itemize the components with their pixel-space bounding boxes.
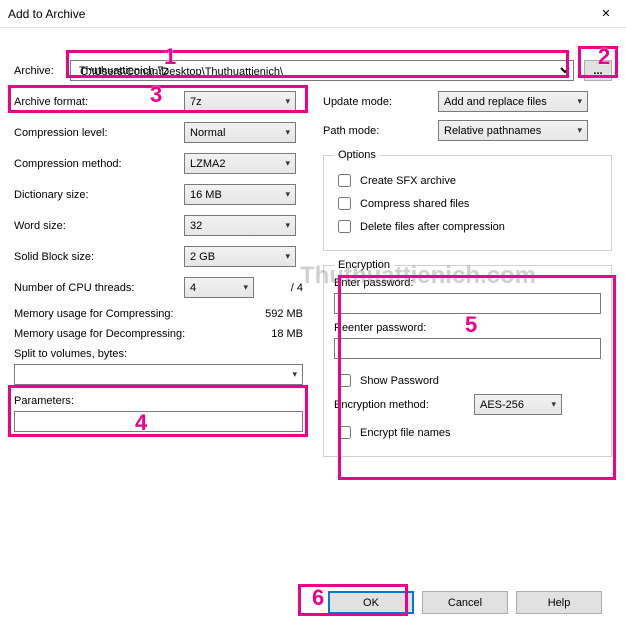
chevron-down-icon: ▾ (285, 251, 290, 262)
help-button[interactable]: Help (516, 591, 602, 614)
options-group: Options Create SFX archive Compress shar… (323, 149, 612, 251)
path-mode-select[interactable]: Relative pathnames▾ (438, 120, 588, 141)
archive-format-select[interactable]: 7z▾ (184, 91, 296, 112)
create-sfx-checkbox[interactable]: Create SFX archive (334, 171, 601, 190)
solid-block-select[interactable]: 2 GB▾ (184, 246, 296, 267)
browse-button[interactable]: ... (584, 60, 612, 81)
cpu-label: Number of CPU threads: (14, 282, 184, 294)
encryption-method-select[interactable]: AES-256▾ (474, 394, 562, 415)
chevron-down-icon: ▾ (577, 96, 582, 107)
chevron-down-icon: ▾ (285, 127, 290, 138)
cpu-max: / 4 (291, 282, 303, 294)
chevron-down-icon: ▾ (285, 189, 290, 200)
reenter-password-input[interactable] (334, 338, 601, 359)
show-password-checkbox[interactable]: Show Password (334, 371, 601, 390)
chevron-down-icon: ▾ (551, 399, 556, 410)
chevron-down-icon: ▾ (285, 220, 290, 231)
close-button[interactable]: ✕ (586, 0, 626, 28)
block-label: Solid Block size: (14, 251, 184, 263)
encrypt-names-checkbox[interactable]: Encrypt file names (334, 423, 601, 442)
pathmode-label: Path mode: (323, 125, 438, 137)
chevron-down-icon: ▾ (285, 158, 290, 169)
enter-password-label: Enter password: (334, 277, 601, 289)
mem-comp-label: Memory usage for Compressing: (14, 308, 174, 320)
title-bar: Add to Archive ✕ (0, 0, 626, 28)
archive-label: Archive: (14, 65, 70, 77)
cancel-button[interactable]: Cancel (422, 591, 508, 614)
compression-method-select[interactable]: LZMA2▾ (184, 153, 296, 174)
compress-shared-checkbox[interactable]: Compress shared files (334, 194, 601, 213)
params-label: Parameters: (14, 395, 74, 407)
archive-path: C:\Users\Conan\Desktop\Thuthuattienich\ (80, 66, 283, 78)
update-mode-select[interactable]: Add and replace files▾ (438, 91, 588, 112)
format-label: Archive format: (14, 96, 184, 108)
split-label: Split to volumes, bytes: (14, 348, 127, 360)
annotation-6: 6 (312, 585, 324, 611)
dict-label: Dictionary size: (14, 189, 184, 201)
compression-level-select[interactable]: Normal▾ (184, 122, 296, 143)
word-label: Word size: (14, 220, 184, 232)
mem-decomp-value: 18 MB (271, 328, 303, 340)
dictionary-size-select[interactable]: 16 MB▾ (184, 184, 296, 205)
reenter-password-label: Reenter password: (334, 322, 601, 334)
chevron-down-icon: ▾ (577, 125, 582, 136)
update-label: Update mode: (323, 96, 438, 108)
split-volumes-select[interactable]: ▾ (14, 364, 303, 385)
enc-method-label: Encryption method: (334, 399, 474, 411)
password-input[interactable] (334, 293, 601, 314)
word-size-select[interactable]: 32▾ (184, 215, 296, 236)
chevron-down-icon: ▾ (243, 282, 248, 293)
chevron-down-icon: ▾ (285, 96, 290, 107)
delete-after-checkbox[interactable]: Delete files after compression (334, 217, 601, 236)
encryption-legend: Encryption (334, 259, 394, 271)
close-icon: ✕ (601, 7, 610, 20)
cpu-threads-select[interactable]: 4▾ (184, 277, 254, 298)
encryption-group: Encryption Enter password: Reenter passw… (323, 259, 612, 457)
mem-comp-value: 592 MB (265, 308, 303, 320)
options-legend: Options (334, 149, 380, 161)
window-title: Add to Archive (8, 7, 586, 21)
mem-decomp-label: Memory usage for Decompressing: (14, 328, 185, 340)
ok-button[interactable]: OK (328, 591, 414, 614)
level-label: Compression level: (14, 127, 184, 139)
chevron-down-icon: ▾ (292, 369, 297, 380)
method-label: Compression method: (14, 158, 184, 170)
parameters-input[interactable] (14, 411, 303, 432)
